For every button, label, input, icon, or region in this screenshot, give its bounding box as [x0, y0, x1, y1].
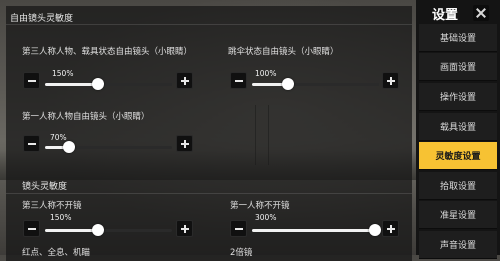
value-first-person-no-scope: 300% — [255, 213, 277, 222]
value-third-person-vehicle: 150% — [52, 69, 74, 78]
setting-label-red-dot: 红点、全息、机瞄 — [22, 248, 91, 258]
value-first-person: 70% — [50, 133, 67, 142]
sidebar-item-basic[interactable]: 基础设置 — [419, 24, 497, 52]
section-divider — [6, 24, 412, 25]
slider-fill — [45, 229, 99, 232]
section-title-free-look: 自由镜头灵敏度 — [10, 14, 74, 24]
decrease-button[interactable] — [230, 220, 247, 237]
slider-fill — [252, 229, 376, 232]
sidebar-item-crosshair[interactable]: 准星设置 — [419, 201, 497, 229]
increase-button[interactable] — [176, 220, 193, 237]
slider-thumb[interactable] — [281, 78, 294, 90]
decrease-button[interactable] — [230, 72, 247, 89]
slider-fill — [45, 83, 99, 86]
sidebar-item-controls[interactable]: 操作设置 — [419, 83, 497, 111]
decrease-button[interactable] — [23, 220, 40, 237]
slider-third-person-no-scope[interactable] — [45, 224, 172, 236]
sidebar-item-graphics[interactable]: 画面设置 — [419, 53, 497, 81]
increase-button[interactable] — [176, 135, 193, 152]
value-parachute: 100% — [255, 69, 277, 78]
decrease-button[interactable] — [23, 135, 40, 152]
setting-label-parachute: 跳伞状态自由镜头（小眼睛） — [228, 47, 339, 57]
close-icon[interactable] — [473, 5, 489, 21]
increase-button[interactable] — [382, 220, 399, 237]
increase-button[interactable] — [382, 72, 399, 89]
setting-label-third-person-no-scope: 第三人称不开镜 — [22, 201, 82, 211]
setting-label-first-person: 第一人称人物自由镜头（小眼睛） — [22, 112, 150, 122]
slider-parachute[interactable] — [252, 78, 379, 90]
sidebar-item-sensitivity[interactable]: 灵敏度设置 — [419, 142, 497, 170]
decrease-button[interactable] — [23, 72, 40, 89]
setting-label-2x-scope: 2倍镜 — [230, 248, 253, 258]
value-third-person-no-scope: 150% — [50, 213, 72, 222]
section-divider — [6, 193, 412, 194]
increase-button[interactable] — [176, 72, 193, 89]
sidebar-item-vehicle[interactable]: 载具设置 — [419, 113, 497, 141]
slider-first-person[interactable] — [45, 141, 172, 153]
setting-label-first-person-no-scope: 第一人称不开镜 — [230, 201, 290, 211]
slider-first-person-no-scope[interactable] — [252, 224, 382, 236]
slider-third-person-vehicle[interactable] — [45, 78, 172, 90]
sidebar-item-pickup[interactable]: 拾取设置 — [419, 172, 497, 200]
section-title-camera: 镜头灵敏度 — [22, 182, 68, 192]
setting-label-third-person-vehicle: 第三人称人物、载具状态自由镜头（小眼睛） — [22, 47, 193, 57]
sidebar-title: 设置 — [432, 8, 459, 23]
